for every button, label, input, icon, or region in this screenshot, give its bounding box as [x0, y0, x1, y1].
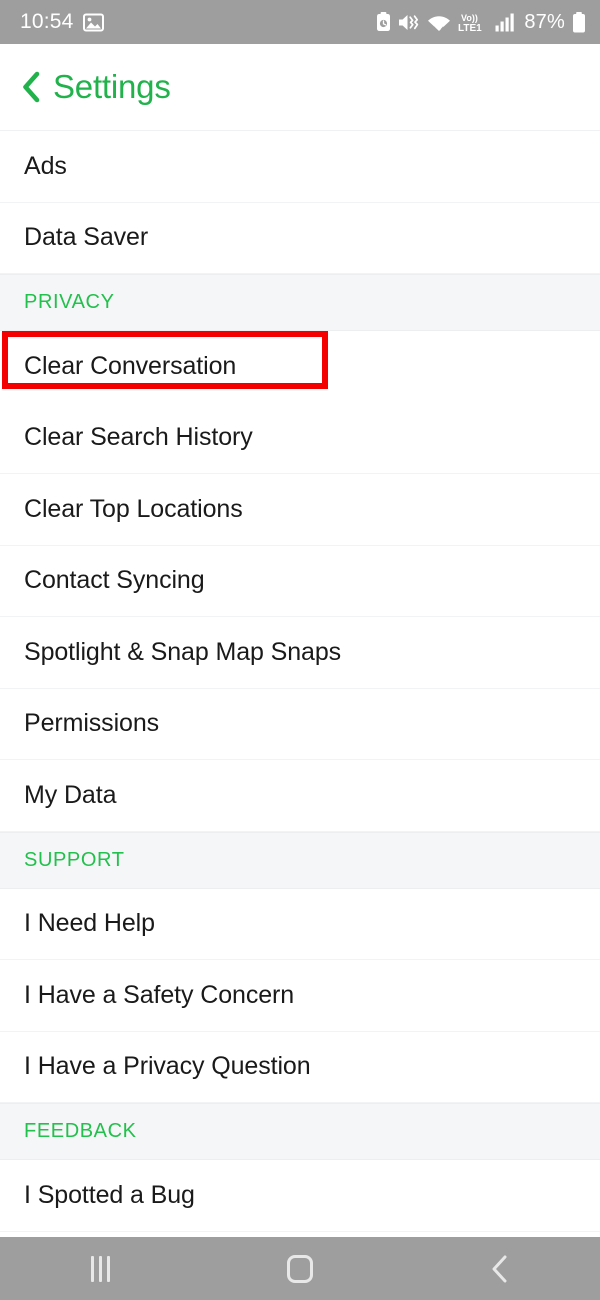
list-item[interactable]: Clear Search History [0, 402, 600, 474]
section-header: SUPPORT [0, 831, 600, 889]
list-item-label: I Have a Privacy Question [24, 1052, 311, 1081]
alarm-battery-icon [377, 12, 391, 31]
list-item[interactable]: Clear Conversation [0, 331, 600, 403]
list-item-label: Spotlight & Snap Map Snaps [24, 637, 342, 666]
list-item[interactable]: Contact Syncing [0, 545, 600, 617]
list-item-label: I Have a Safety Concern [24, 980, 295, 1009]
volte-icon: Vo)) LTE1 [458, 13, 482, 33]
status-bar-right: Vo)) LTE1 87% [376, 11, 586, 34]
section-header-label: SUPPORT [24, 848, 125, 871]
back-icon [492, 1255, 507, 1282]
status-clock: 10:54 [20, 10, 74, 33]
status-bar: 10:54 Vo)) LTE1 87% [0, 0, 600, 44]
list-item[interactable]: My Data [0, 760, 600, 832]
gallery-icon [82, 13, 104, 31]
svg-text:LTE1: LTE1 [458, 23, 482, 33]
list-item[interactable]: I Have a Safety Concern [0, 960, 600, 1032]
phone-screen: 10:54 Vo)) LTE1 87% Settings Ads Data Sa… [0, 0, 600, 1300]
home-icon [287, 1254, 313, 1283]
list-item-label: Ads [24, 151, 67, 180]
signal-bars-icon [495, 13, 515, 31]
list-item[interactable]: Spotlight & Snap Map Snaps [0, 617, 600, 689]
list-item-label: I Need Help [24, 909, 155, 938]
list-item[interactable]: I Have a Privacy Question [0, 1031, 600, 1103]
list-item-label: Data Saver [24, 223, 149, 252]
list-item-label: Permissions [24, 709, 160, 738]
recents-button[interactable] [40, 1237, 160, 1300]
wifi-icon [428, 16, 451, 32]
back-nav-button[interactable] [440, 1237, 560, 1300]
status-bar-left: 10:54 [20, 10, 104, 34]
list-item[interactable]: I Need Help [0, 888, 600, 960]
list-item-label: I Spotted a Bug [24, 1180, 195, 1209]
section-header-label: PRIVACY [24, 291, 115, 313]
mute-vibrate-icon [399, 14, 419, 30]
list-item-label: Clear Conversation [24, 351, 237, 380]
android-nav-bar [0, 1237, 600, 1300]
list-item[interactable]: Ads [0, 131, 600, 203]
list-item-label: Clear Top Locations [24, 494, 243, 523]
list-item-label: My Data [24, 780, 117, 809]
list-item[interactable]: Clear Top Locations [0, 474, 600, 546]
page-title: Settings [53, 68, 171, 105]
settings-list[interactable]: Ads Data Saver PRIVACY Clear Conversation Cl… [0, 131, 600, 1237]
list-item-label: Contact Syncing [24, 566, 205, 595]
list-item[interactable]: Data Saver [0, 202, 600, 274]
svg-text:Vo)): Vo)) [461, 13, 478, 23]
section-header-label: FEEDBACK [24, 1120, 137, 1142]
battery-percent-label: 87% [524, 10, 565, 33]
recents-icon [90, 1255, 110, 1282]
section-header: FEEDBACK [0, 1103, 600, 1160]
chevron-left-icon [23, 71, 40, 103]
list-item-label: Clear Search History [24, 423, 253, 452]
section-header: PRIVACY [0, 274, 600, 331]
screen-header: Settings [0, 44, 600, 131]
list-item[interactable]: Permissions [0, 688, 600, 760]
battery-icon [573, 11, 585, 32]
back-button[interactable] [18, 70, 44, 104]
home-button[interactable] [240, 1237, 360, 1300]
list-item[interactable]: I Spotted a Bug [0, 1160, 600, 1232]
